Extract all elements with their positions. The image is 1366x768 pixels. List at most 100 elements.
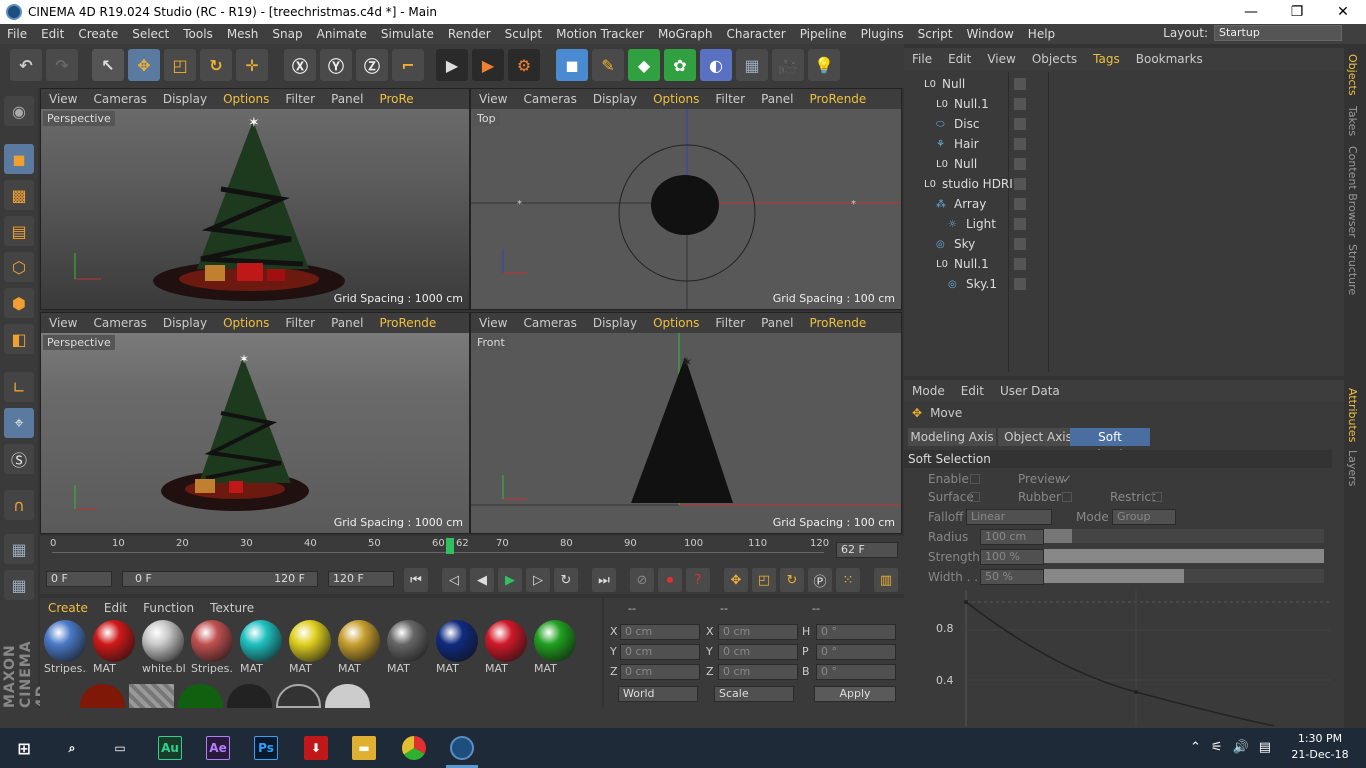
rubber-checkbox[interactable] — [1062, 492, 1072, 502]
menu-script[interactable]: Script — [911, 27, 960, 41]
vp-menu-options[interactable]: Options — [215, 316, 277, 330]
go-to-start-icon[interactable]: ⏮ — [404, 568, 428, 592]
mat-menu-edit[interactable]: Edit — [96, 601, 135, 615]
tab-soft-selection[interactable]: Soft Selection — [1070, 428, 1150, 462]
object-row[interactable]: ◎ Sky.1 — [910, 274, 1344, 294]
undo-icon[interactable]: ↶ — [10, 49, 42, 81]
menu-mograph[interactable]: MoGraph — [651, 27, 720, 41]
viewport-perspective-bottom[interactable]: View Cameras Display Options Filter Pane… — [40, 312, 470, 534]
mat-menu-create[interactable]: Create — [40, 601, 96, 615]
viewport-front[interactable]: View Cameras Display Options Filter Pane… — [470, 312, 902, 534]
obj-menu-view[interactable]: View — [979, 52, 1023, 66]
coord-value-field[interactable]: 0 cm — [718, 624, 798, 640]
prev-frame-icon[interactable]: ◀ — [470, 568, 494, 592]
coord-value-field[interactable]: 0 cm — [620, 624, 700, 640]
workplane-lock-icon[interactable]: ▦ — [4, 534, 34, 564]
object-row[interactable]: L0 studio HDRI — [910, 174, 1344, 194]
vp-menu-view[interactable]: View — [41, 92, 85, 106]
key-parameter-icon[interactable]: Ⓟ — [808, 568, 832, 592]
clock[interactable]: 1:30 PM 21-Dec-18 — [1290, 731, 1350, 763]
radius-field[interactable]: 100 cm — [980, 529, 1044, 545]
search-icon[interactable]: ⌕ — [60, 736, 84, 760]
preview-range-slider[interactable]: 0 F 120 F — [122, 571, 318, 587]
vp-menu-prorender[interactable]: ProRende — [371, 316, 444, 330]
audition-icon[interactable]: Au — [158, 736, 182, 760]
cloner-icon[interactable]: ✿ — [664, 49, 696, 81]
object-row[interactable]: ⚘ Hair — [910, 134, 1344, 154]
timeline-window-icon[interactable]: ▥ — [874, 568, 898, 592]
render-settings-icon[interactable]: ⚙ — [508, 49, 540, 81]
material-swatch[interactable] — [80, 684, 125, 708]
menu-pipeline[interactable]: Pipeline — [793, 27, 854, 41]
end-frame-field[interactable]: 120 F — [328, 571, 394, 587]
material-swatch[interactable]: MAT — [336, 620, 381, 676]
menu-character[interactable]: Character — [719, 27, 792, 41]
attr-menu-user-data[interactable]: User Data — [992, 384, 1068, 398]
redo-icon[interactable]: ↷ — [46, 49, 78, 81]
width-field[interactable]: 50 % — [980, 569, 1044, 585]
key-scale-icon[interactable]: ◰ — [752, 568, 776, 592]
menu-snap[interactable]: Snap — [265, 27, 309, 41]
autokey-icon[interactable]: ⏺ — [658, 568, 682, 592]
rotate-tool-icon[interactable]: ↻ — [200, 49, 232, 81]
download-manager-icon[interactable]: ⬇ — [304, 736, 328, 760]
points-mode-icon[interactable]: ⬡ — [4, 252, 34, 282]
planar-workplane-icon[interactable]: ▦ — [4, 570, 34, 600]
camera-icon[interactable]: 🎥 — [772, 49, 804, 81]
radius-slider[interactable] — [1044, 529, 1324, 543]
material-swatch[interactable]: MAT — [91, 620, 136, 676]
object-row[interactable]: ⁂ Array — [910, 194, 1344, 214]
cube-icon[interactable]: ◼ — [556, 49, 588, 81]
object-row[interactable]: ☼ Light — [910, 214, 1344, 234]
vp-menu-filter[interactable]: Filter — [707, 316, 753, 330]
visibility-toggle[interactable] — [1014, 258, 1026, 270]
vp-menu-display[interactable]: Display — [155, 316, 215, 330]
volume-icon[interactable]: 🔊 — [1233, 740, 1249, 755]
object-row[interactable]: L0 Null.1 — [910, 254, 1344, 274]
mat-menu-function[interactable]: Function — [135, 601, 202, 615]
enable-checkbox[interactable] — [970, 474, 980, 484]
visibility-toggle[interactable] — [1014, 278, 1026, 290]
tweak-mode-icon[interactable]: ⌖ — [4, 408, 34, 438]
tab-objects[interactable]: Objects — [1346, 54, 1359, 96]
visibility-toggle[interactable] — [1014, 178, 1026, 190]
scale-tool-icon[interactable]: ◰ — [164, 49, 196, 81]
notification-icon[interactable]: ▤ — [1259, 740, 1271, 755]
timeline-ruler[interactable] — [52, 552, 824, 562]
vp-menu-options[interactable]: Options — [645, 316, 707, 330]
viewport-canvas[interactable]: ✶ — [41, 109, 469, 309]
viewport-top[interactable]: View Cameras Display Options Filter Pane… — [470, 88, 902, 310]
viewport-canvas[interactable]: ✶ — [41, 333, 469, 533]
vp-menu-cameras[interactable]: Cameras — [85, 92, 154, 106]
width-slider[interactable] — [1044, 569, 1324, 583]
menu-file[interactable]: File — [0, 27, 34, 41]
tray-chevron-icon[interactable]: ⌃ — [1190, 740, 1201, 755]
coord-value-field[interactable]: 0 cm — [718, 644, 798, 660]
vp-menu-display[interactable]: Display — [585, 92, 645, 106]
vp-menu-options[interactable]: Options — [215, 92, 277, 106]
menu-plugins[interactable]: Plugins — [854, 27, 911, 41]
menu-window[interactable]: Window — [959, 27, 1020, 41]
vp-menu-cameras[interactable]: Cameras — [515, 92, 584, 106]
z-axis-lock-icon[interactable]: Ⓩ — [356, 49, 388, 81]
model-mode-icon[interactable]: ◼ — [4, 144, 34, 174]
falloff-graph[interactable] — [934, 590, 1330, 726]
key-position-icon[interactable]: ✥ — [724, 568, 748, 592]
obj-menu-tags[interactable]: Tags — [1085, 52, 1128, 66]
menu-render[interactable]: Render — [441, 27, 498, 41]
visibility-toggle[interactable] — [1014, 118, 1026, 130]
vp-menu-view[interactable]: View — [471, 92, 515, 106]
coord-value-field[interactable]: 0 ° — [816, 644, 896, 660]
pen-spline-icon[interactable]: ✎ — [592, 49, 624, 81]
attr-menu-edit[interactable]: Edit — [953, 384, 992, 398]
next-key-icon[interactable]: ↻ — [554, 568, 578, 592]
obj-menu-edit[interactable]: Edit — [940, 52, 979, 66]
make-editable-icon[interactable]: ◉ — [4, 96, 34, 126]
prev-key-icon[interactable]: ◁ — [442, 568, 466, 592]
vp-menu-filter[interactable]: Filter — [707, 92, 753, 106]
menu-create[interactable]: Create — [71, 27, 125, 41]
light-icon[interactable]: 💡 — [808, 49, 840, 81]
cinema4d-taskbar-icon[interactable] — [450, 736, 474, 760]
material-swatch[interactable]: MAT — [287, 620, 332, 676]
chrome-icon[interactable] — [402, 736, 426, 760]
